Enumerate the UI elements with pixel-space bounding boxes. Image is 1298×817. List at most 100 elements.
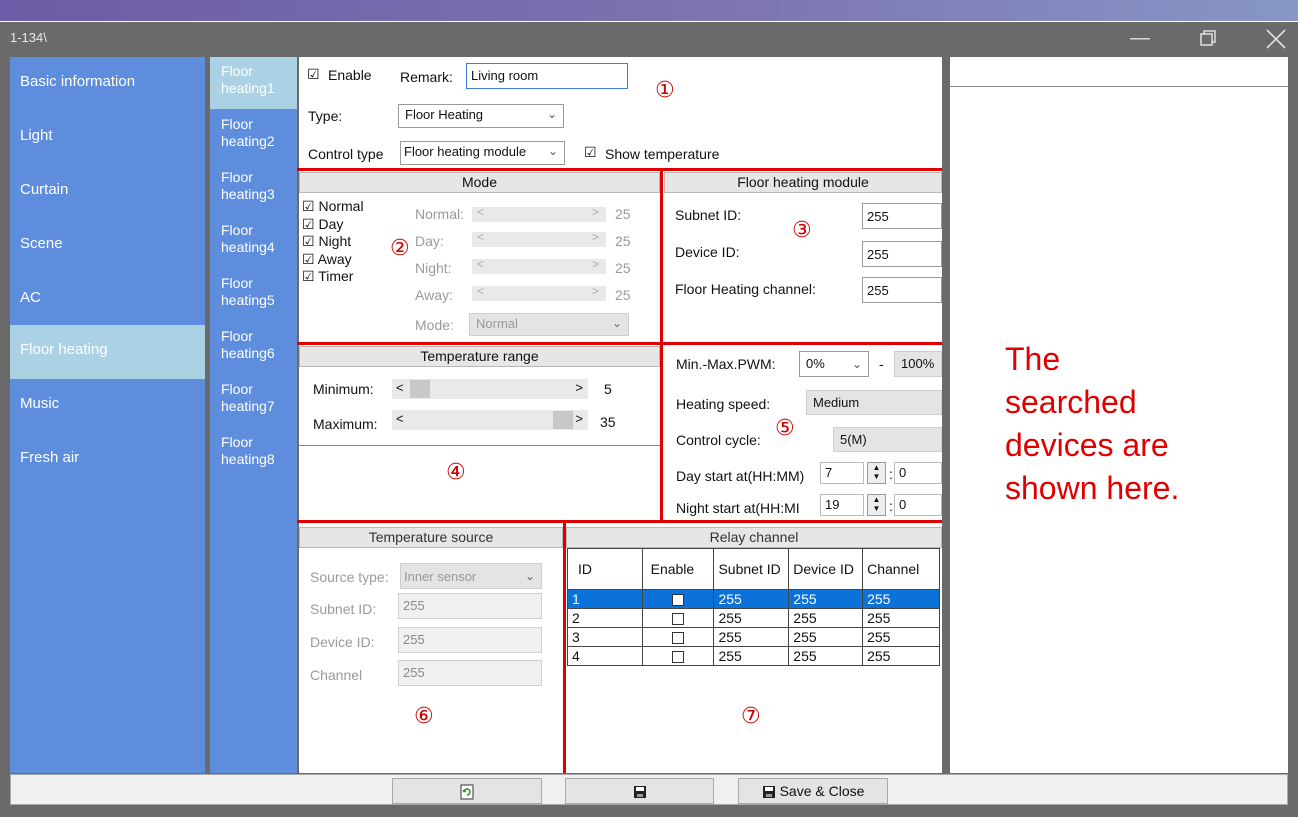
enable-checkbox[interactable]: [672, 593, 685, 606]
nav-item-ac[interactable]: AC: [10, 273, 205, 327]
day-hour-input[interactable]: 7: [820, 462, 864, 484]
note-line: shown here.: [1005, 470, 1180, 506]
cell-device: 255: [788, 608, 864, 628]
cell-channel: 255: [862, 627, 940, 647]
module-device-input[interactable]: 255: [862, 241, 942, 267]
arrow-left-icon: <: [477, 230, 485, 244]
type-select[interactable]: Floor Heating ⌄: [398, 104, 564, 128]
mode-check-label: Normal: [318, 198, 364, 214]
source-subnet-input[interactable]: 255: [398, 593, 542, 619]
sub-item-floor-heating1[interactable]: Floor heating1: [210, 57, 297, 109]
max-value: 35: [600, 414, 616, 430]
restore-icon[interactable]: [1196, 28, 1220, 50]
day-hour-spinner[interactable]: ▲ ▼: [867, 462, 886, 484]
max-slider[interactable]: < >: [392, 410, 588, 430]
pwm-separator: -: [879, 356, 884, 372]
sub-item-floor-heating3[interactable]: Floor heating3: [210, 163, 297, 215]
nav-item-basic-information[interactable]: Basic information: [10, 57, 205, 111]
save-button[interactable]: [565, 778, 714, 804]
control-type-label: Control type: [308, 146, 384, 162]
cell-enable[interactable]: [641, 646, 715, 666]
min-slider[interactable]: < >: [392, 379, 588, 399]
max-slider-thumb[interactable]: [553, 411, 573, 429]
module-subnet-input[interactable]: 255: [862, 203, 942, 229]
cell-enable[interactable]: [641, 589, 715, 609]
mode-check-timer[interactable]: ☑ Timer: [302, 268, 364, 286]
sub-item-floor-heating7[interactable]: Floor heating7: [210, 375, 297, 427]
sub-item-floor-heating5[interactable]: Floor heating5: [210, 269, 297, 321]
control-type-select[interactable]: Floor heating module ⌄: [400, 141, 565, 165]
night-hour-input[interactable]: 19: [820, 494, 864, 516]
cell-id: 1: [567, 589, 643, 609]
enable-checkbox[interactable]: ☑: [307, 66, 320, 83]
nav-item-light[interactable]: Light: [10, 111, 205, 165]
mode-check-label: Timer: [318, 268, 354, 284]
source-device-input[interactable]: 255: [398, 627, 542, 653]
day-minute-input[interactable]: 0: [894, 462, 942, 484]
nav-item-music[interactable]: Music: [10, 379, 205, 433]
pwm-min-select[interactable]: 0% ⌄: [799, 351, 869, 377]
night-start-label: Night start at(HH:MI: [676, 500, 800, 516]
min-slider-thumb[interactable]: [410, 380, 430, 398]
refresh-button[interactable]: [392, 778, 542, 804]
nav-item-curtain[interactable]: Curtain: [10, 165, 205, 219]
cell-subnet: 255: [713, 589, 790, 609]
heating-speed-select[interactable]: Medium: [806, 390, 942, 415]
chevron-down-icon: ⌄: [851, 357, 862, 371]
slider-day-value: 25: [615, 233, 631, 249]
type-value: Floor Heating: [405, 107, 484, 122]
divider: [563, 520, 566, 773]
save-close-label: Save & Close: [779, 783, 865, 799]
night-minute-input[interactable]: 0: [894, 494, 942, 516]
close-icon[interactable]: [1264, 28, 1288, 50]
mode-check-away[interactable]: ☑ Away: [302, 251, 364, 269]
sub-item-floor-heating6[interactable]: Floor heating6: [210, 322, 297, 374]
table-row[interactable]: 4 255 255 255: [567, 646, 940, 666]
table-row[interactable]: 3 255 255 255: [567, 627, 940, 647]
source-type-select[interactable]: Inner sensor ⌄: [400, 563, 542, 589]
mode-check-day[interactable]: ☑ Day: [302, 216, 364, 234]
night-hour-spinner[interactable]: ▲ ▼: [867, 494, 886, 516]
module-channel-input[interactable]: 255: [862, 277, 942, 303]
show-temperature-checkbox[interactable]: ☑: [584, 144, 597, 161]
slider-normal-value: 25: [615, 206, 631, 222]
nav-item-fresh-air[interactable]: Fresh air: [10, 433, 205, 487]
pwm-label: Min.-Max.PWM:: [676, 356, 776, 372]
sub-item-floor-heating2[interactable]: Floor heating2: [210, 110, 297, 162]
remark-input[interactable]: Living room: [466, 63, 628, 89]
mode-select[interactable]: Normal ⌄: [469, 313, 629, 336]
sub-item-floor-heating4[interactable]: Floor heating4: [210, 216, 297, 268]
mode-check-night[interactable]: ☑ Night: [302, 233, 364, 251]
cell-enable[interactable]: [641, 627, 715, 647]
save-close-button[interactable]: Save & Close: [738, 778, 888, 804]
cell-enable[interactable]: [641, 608, 715, 628]
nav-item-scene[interactable]: Scene: [10, 219, 205, 273]
control-type-value: Floor heating module: [404, 144, 527, 159]
mode-check-normal[interactable]: ☑ Normal: [302, 198, 364, 216]
chevron-down-icon: ⌄: [524, 569, 535, 583]
control-cycle-select[interactable]: 5(M): [833, 427, 942, 452]
min-value: 5: [604, 381, 612, 397]
cell-subnet: 255: [713, 646, 790, 666]
pwm-max-select[interactable]: 100%: [894, 351, 942, 377]
source-channel-input[interactable]: 255: [398, 660, 542, 686]
table-row[interactable]: 1 255 255 255: [567, 589, 940, 609]
temp-range-header: Temperature range: [299, 346, 660, 367]
enable-checkbox[interactable]: [672, 631, 685, 644]
minimize-icon[interactable]: —: [1128, 28, 1152, 50]
marker-2: ②: [390, 236, 410, 261]
arrow-right-icon: >: [591, 257, 599, 271]
enable-checkbox[interactable]: [672, 650, 685, 663]
table-row[interactable]: 2 255 255 255: [567, 608, 940, 628]
sub-item-floor-heating8[interactable]: Floor heating8: [210, 428, 297, 480]
slider-night[interactable]: < >: [472, 257, 606, 274]
save-icon: [762, 786, 775, 799]
cell-device: 255: [788, 589, 864, 609]
nav-item-floor-heating[interactable]: Floor heating: [10, 325, 205, 379]
slider-away[interactable]: < >: [472, 284, 606, 301]
arrow-left-icon: <: [396, 411, 404, 426]
slider-normal[interactable]: < >: [472, 205, 606, 222]
refresh-icon: [460, 784, 474, 800]
slider-day[interactable]: < >: [472, 230, 606, 247]
enable-checkbox[interactable]: [672, 612, 685, 625]
